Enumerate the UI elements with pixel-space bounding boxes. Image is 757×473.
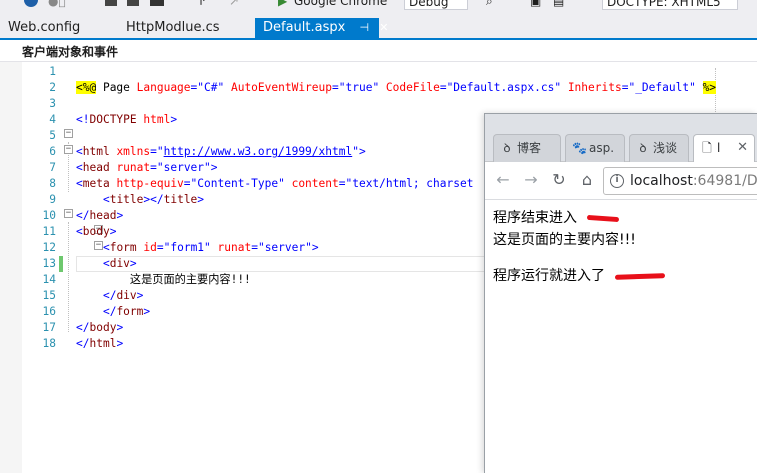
document-tab-strip: Web.config HttpModlue.cs Default.aspx ⊣ … bbox=[0, 14, 757, 40]
begin-request-message: 程序运行就进入了 bbox=[493, 268, 605, 284]
line-number: 4 bbox=[49, 113, 56, 126]
tab-label: Web.config bbox=[8, 20, 81, 35]
back-arrow-icon[interactable]: ← bbox=[493, 170, 513, 190]
cnblogs-icon: ꝺ bbox=[639, 141, 647, 155]
browser-tab-qiantan[interactable]: ꝺ 浅谈 bbox=[629, 134, 689, 162]
red-annotation-mark bbox=[615, 272, 666, 280]
browser-tab-label: 浅谈 bbox=[653, 141, 678, 155]
address-host: localhost bbox=[630, 173, 693, 189]
doctype-keyword: DOCTYPE bbox=[89, 113, 137, 126]
format-icon[interactable]: ▣ bbox=[530, 0, 541, 10]
main-content-message: 这是页面的主要内容!!! bbox=[493, 232, 636, 248]
address-path: :64981/De bbox=[692, 173, 757, 189]
configuration-dropdown[interactable]: Debug bbox=[404, 0, 468, 10]
element-name: html bbox=[89, 337, 117, 350]
close-tab-icon[interactable]: ✕ bbox=[379, 18, 388, 38]
browser-target-dropdown[interactable]: Google Chrome bbox=[294, 0, 387, 10]
browser-tab-asp[interactable]: 🐾 asp. bbox=[565, 134, 625, 162]
redo-icon[interactable]: ↱ bbox=[198, 0, 208, 10]
forward-arrow-icon[interactable]: → bbox=[521, 170, 541, 190]
attribute-name: Inherits bbox=[561, 81, 622, 94]
find-icon[interactable]: ⌕ bbox=[486, 0, 493, 10]
code-line-1: <%@ Page Language="C#" AutoEventWireup="… bbox=[76, 81, 717, 94]
browser-tab-blog[interactable]: ꝺ 博客 bbox=[493, 134, 561, 162]
navigate-forward-icon[interactable]: ●⃝ bbox=[48, 0, 70, 10]
editor-navigation-bar: 客户端对象和事件 bbox=[0, 40, 757, 62]
page-text-line: 这是页面的主要内容!!! bbox=[493, 230, 636, 250]
attribute-name: AutoEventWireup bbox=[224, 81, 333, 94]
objects-events-dropdown[interactable]: 客户端对象和事件 bbox=[22, 43, 118, 60]
line-number: 2 bbox=[49, 81, 56, 94]
attribute-name: Language bbox=[136, 81, 191, 94]
browser-tab-localhost[interactable]: 🗋 l ✕ bbox=[693, 134, 755, 163]
start-debug-icon[interactable]: ▶ bbox=[278, 0, 287, 10]
red-annotation-mark bbox=[587, 214, 620, 222]
doctype-dropdown[interactable]: DOCTYPE: XHTML5 bbox=[602, 0, 738, 10]
directive-keyword: Page bbox=[96, 81, 137, 94]
code-line-3: <!DOCTYPE html> bbox=[76, 113, 178, 126]
pin-tab-icon[interactable]: ⊣ bbox=[359, 18, 369, 38]
browser-tab-label: 博客 bbox=[517, 141, 542, 155]
navigate-back-icon[interactable] bbox=[24, 0, 38, 7]
cnblogs-icon: ꝺ bbox=[503, 141, 511, 155]
close-browser-tab-icon[interactable]: ✕ bbox=[737, 135, 748, 161]
tab-label: HttpModlue.cs bbox=[126, 20, 220, 35]
browser-tab-strip: ꝺ 博客 🐾 asp. ꝺ 浅谈 🗋 l ✕ bbox=[485, 114, 757, 163]
baidu-paw-icon: 🐾 bbox=[572, 141, 587, 155]
page-text-line: 程序结束进入 bbox=[493, 208, 620, 228]
browser-page-content: 程序结束进入 这是页面的主要内容!!! 程序运行就进入了 bbox=[485, 200, 757, 473]
tab-httpmodlue-cs[interactable]: HttpModlue.cs bbox=[118, 18, 248, 38]
redo-disabled-icon: ↗ bbox=[229, 0, 240, 8]
browser-tab-label: asp. bbox=[589, 141, 615, 155]
address-bar[interactable]: i localhost:64981/De bbox=[603, 167, 757, 195]
attribute-value: "_Default" bbox=[628, 81, 696, 94]
directive-open: <%@ bbox=[76, 81, 97, 94]
info-icon[interactable]: i bbox=[610, 174, 624, 188]
end-request-message: 程序结束进入 bbox=[493, 210, 577, 226]
tab-web-config[interactable]: Web.config bbox=[0, 18, 110, 38]
browser-tab-label: l bbox=[717, 141, 721, 155]
page-icon: 🗋 bbox=[702, 141, 712, 155]
doctype-value: html bbox=[136, 113, 171, 126]
save-icon[interactable] bbox=[105, 0, 117, 6]
reload-icon[interactable]: ↻ bbox=[549, 170, 569, 190]
save-all-icon[interactable] bbox=[127, 0, 139, 6]
attribute-name: CodeFile bbox=[379, 81, 440, 94]
attribute-value: "Default.aspx.cs" bbox=[446, 81, 562, 94]
toolbar: ●⃝ ↱ ↗ ▶ Google Chrome Debug ⌕ ▣ ▤ DOCTY… bbox=[0, 0, 757, 14]
page-text-line: 程序运行就进入了 bbox=[493, 266, 666, 286]
comment-icon[interactable]: ▤ bbox=[553, 0, 564, 10]
browser-window: ꝺ 博客 🐾 asp. ꝺ 浅谈 🗋 l ✕ ← → ↻ ⌂ i localhost:64… bbox=[484, 113, 757, 473]
undo-icon[interactable] bbox=[150, 0, 164, 6]
tab-label: Default.aspx bbox=[263, 20, 346, 35]
tab-default-aspx[interactable]: Default.aspx ⊣ ✕ bbox=[255, 18, 388, 40]
line-number: 18 bbox=[42, 337, 56, 350]
directive-close: %> bbox=[702, 81, 717, 94]
home-icon[interactable]: ⌂ bbox=[577, 170, 597, 190]
browser-toolbar: ← → ↻ ⌂ i localhost:64981/De bbox=[485, 162, 757, 200]
attribute-value: "C#" bbox=[197, 81, 225, 94]
attribute-value: "true" bbox=[338, 81, 380, 94]
